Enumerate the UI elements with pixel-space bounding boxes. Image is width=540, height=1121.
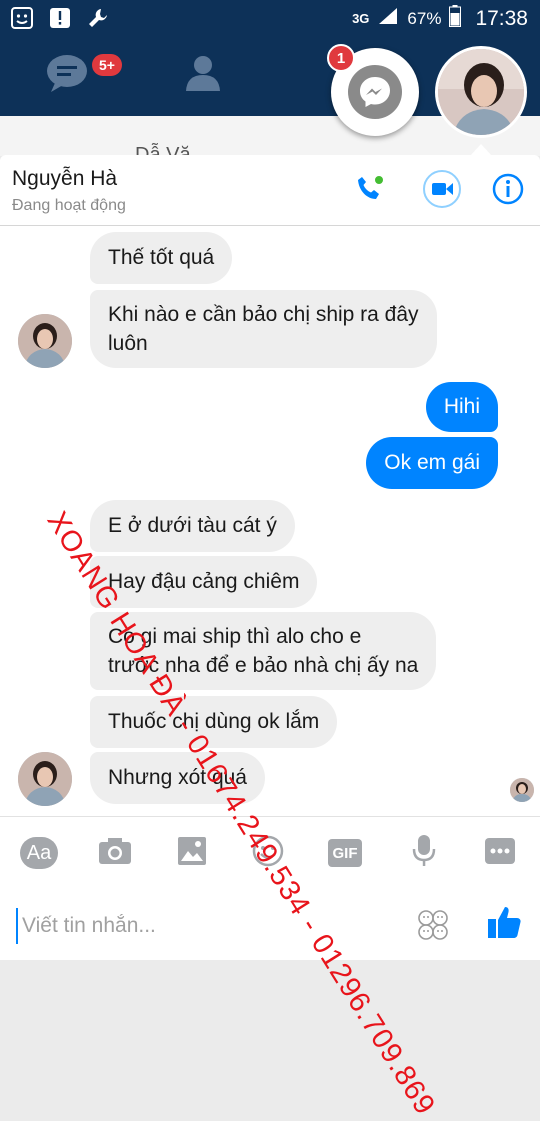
sticker-faces-icon [416, 910, 450, 946]
emoji-button[interactable] [248, 835, 288, 871]
voice-call-button[interactable] [350, 171, 390, 211]
like-button[interactable] [486, 904, 522, 940]
microphone-button[interactable] [404, 834, 444, 873]
contact-avatar [18, 314, 72, 368]
battery-percent: 67% [407, 8, 442, 28]
signal-icon [377, 6, 399, 31]
gif-button[interactable]: GIF [325, 835, 365, 871]
contact-name: Nguyễn Hà [12, 167, 118, 190]
camera-icon [98, 836, 132, 871]
message-incoming[interactable]: Nhưng xót quá [90, 752, 265, 804]
messenger-icon [348, 65, 402, 119]
message-incoming[interactable]: E ở dưới tàu cát ý [90, 500, 295, 552]
messages-badge: 5+ [92, 54, 122, 76]
more-options-button[interactable] [480, 835, 520, 871]
network-type: 3G [352, 11, 370, 26]
message-incoming[interactable]: Khi nào e cần bảo chị ship ra đây luôn [90, 290, 437, 368]
message-incoming[interactable]: Thuốc chị dùng ok lắm [90, 696, 338, 748]
battery-icon [449, 5, 462, 32]
alert-icon [48, 6, 72, 30]
gif-label: GIF [332, 844, 358, 862]
gallery-button[interactable] [172, 835, 212, 871]
chat-head-pointer [470, 144, 492, 156]
message-incoming[interactable]: Thế tốt quá [90, 232, 233, 284]
text-format-button[interactable]: Aa [19, 835, 59, 871]
person-icon [183, 53, 223, 98]
notification-face-icon [10, 6, 34, 30]
image-icon [177, 836, 207, 871]
smiley-icon [252, 835, 284, 872]
message-incoming[interactable]: Hay đậu cảng chiêm [90, 556, 318, 608]
phone-icon [355, 174, 385, 209]
clock: 17:38 [475, 6, 528, 30]
video-camera-icon [422, 169, 462, 214]
thumbs-up-icon [486, 907, 522, 944]
status-bar: 3G 67% 17:38 [0, 0, 540, 36]
text-format-label: Aa [26, 841, 52, 864]
seen-avatar [510, 778, 534, 802]
chat-bubble-icon [45, 53, 89, 98]
message-input[interactable] [16, 908, 404, 944]
more-dots-icon [484, 837, 516, 870]
message-input-row [0, 888, 540, 960]
friends-tab[interactable] [178, 50, 228, 100]
messenger-badge: 1 [327, 44, 355, 72]
info-icon [492, 173, 524, 210]
contact-avatar [18, 752, 72, 806]
microphone-icon [412, 834, 436, 873]
info-button[interactable] [488, 171, 528, 211]
message-incoming[interactable]: Có gi mai ship thì alo cho e trước nha đ… [90, 612, 437, 690]
messages-tab[interactable] [42, 50, 92, 100]
contact-chat-head-avatar[interactable] [435, 46, 527, 138]
contact-status: Đang hoạt động [12, 197, 126, 214]
stickers-button[interactable] [416, 908, 450, 942]
camera-button[interactable] [95, 835, 135, 871]
message-outgoing[interactable]: Hihi [425, 382, 498, 432]
message-outgoing[interactable]: Ok em gái [366, 437, 498, 489]
wrench-icon [86, 6, 110, 30]
chat-header: Nguyễn Hà Đang hoạt động [0, 155, 540, 226]
composer-toolbar: Aa GIF [0, 816, 540, 889]
video-call-button[interactable] [422, 169, 462, 214]
